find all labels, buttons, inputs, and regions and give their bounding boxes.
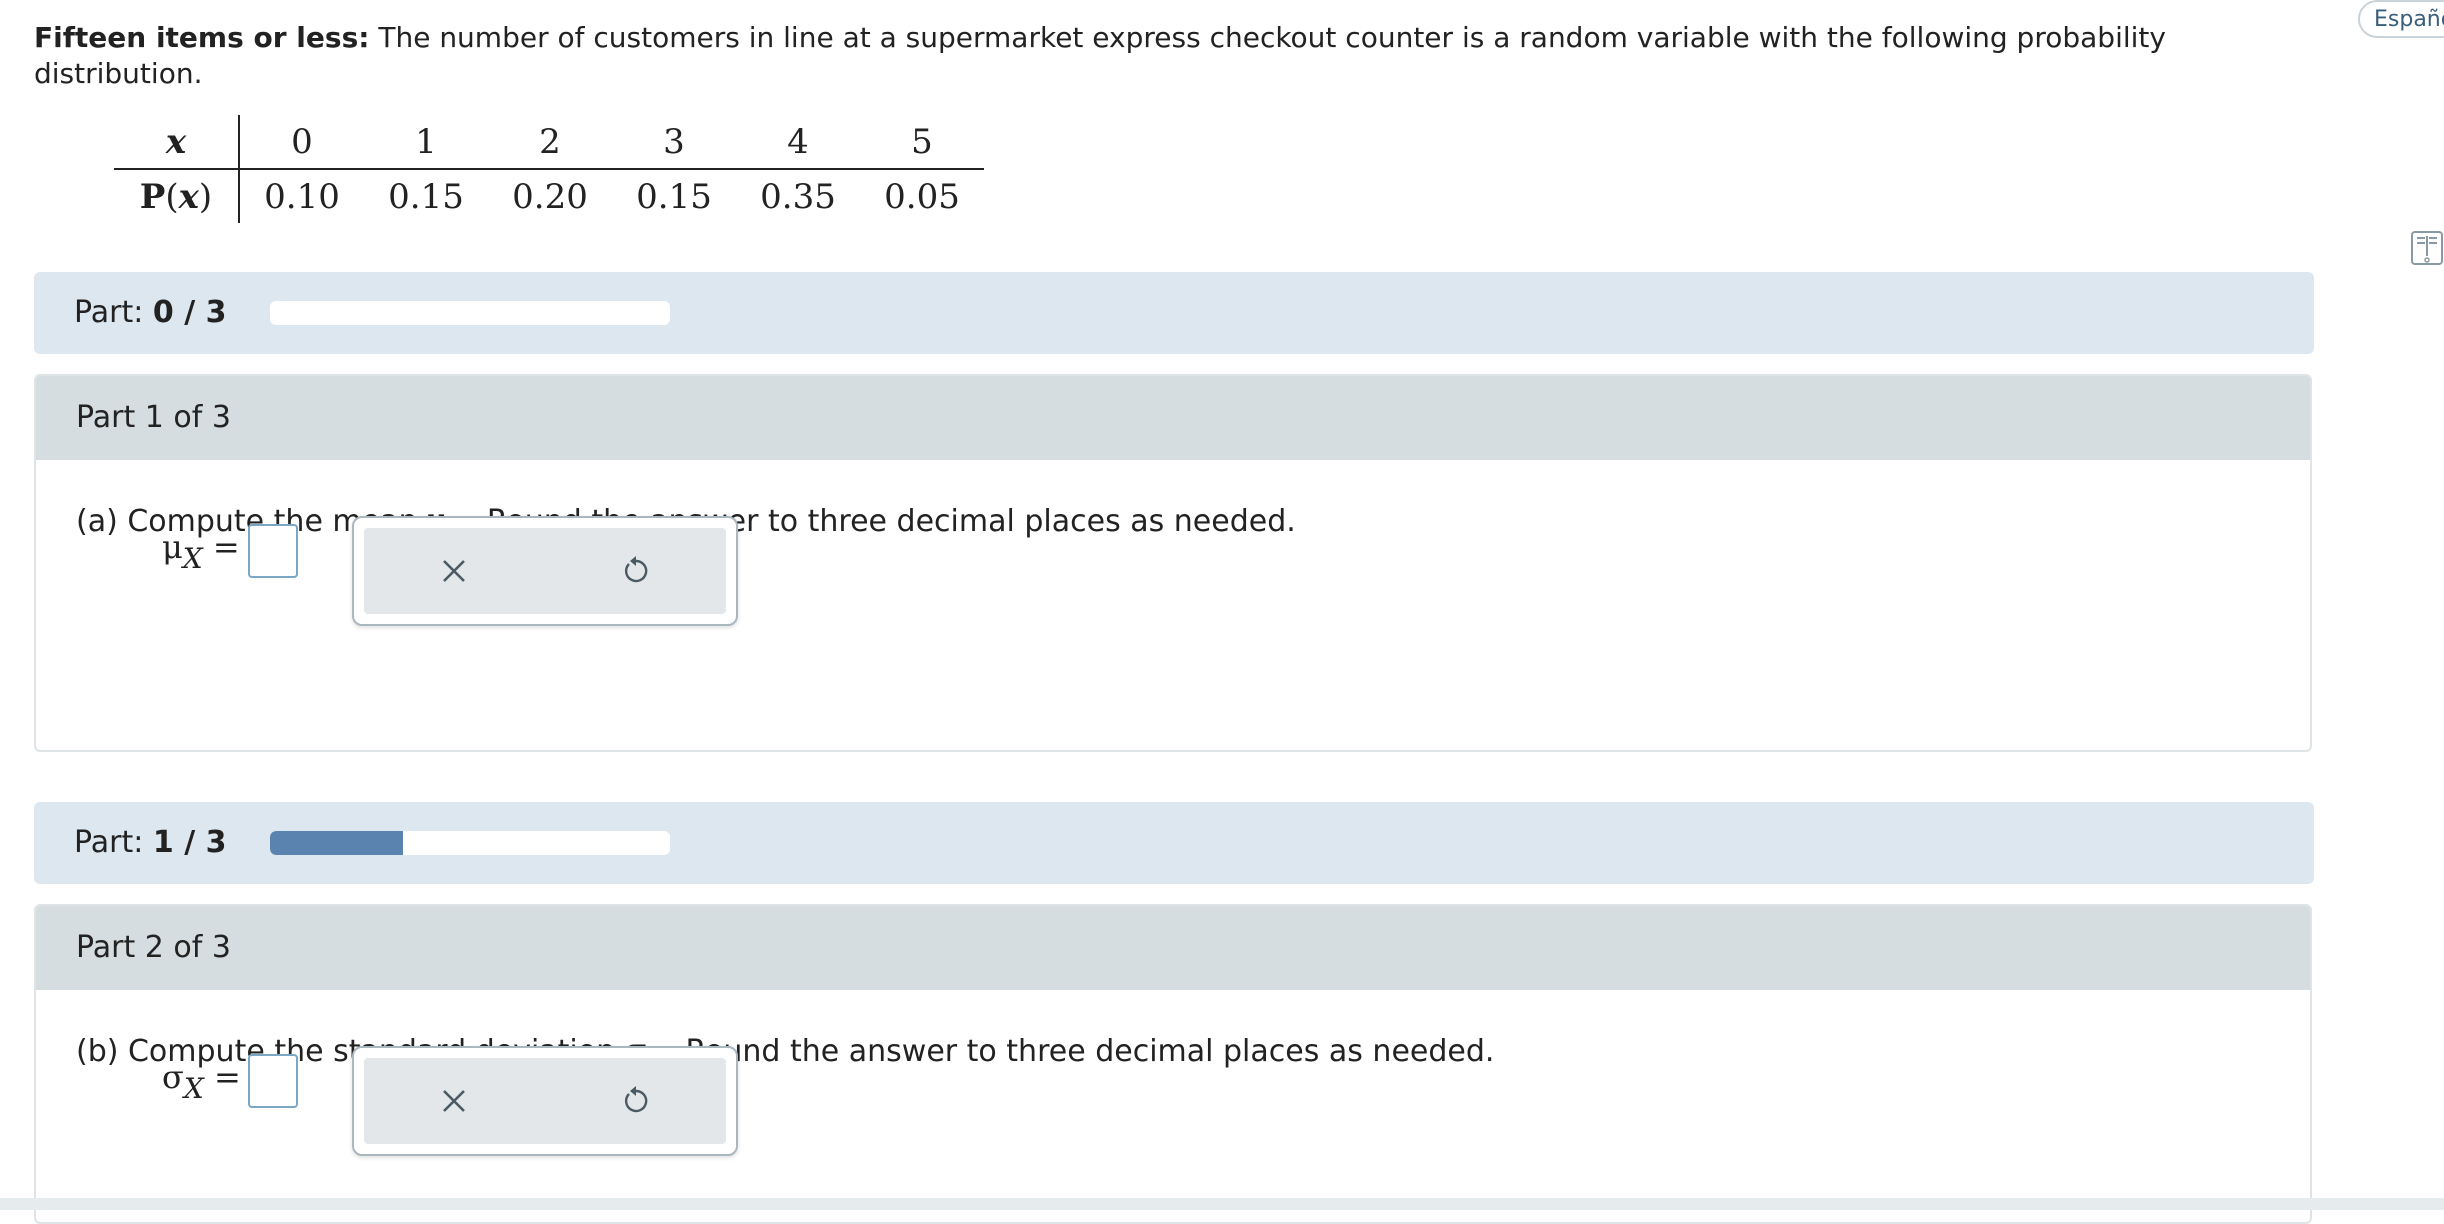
answer-label: μX =: [162, 528, 240, 575]
undo-icon: [624, 1086, 648, 1113]
progress-bar: [270, 831, 670, 855]
progress-label: Part: 1 / 3: [74, 825, 227, 860]
progress-band: Part: 1 / 3: [34, 802, 2314, 884]
p-value: 0.20: [512, 176, 588, 217]
problem-title: Fifteen items or less:: [34, 21, 370, 54]
answer-label: σX =: [162, 1058, 241, 1105]
part-header: Part 1 of 3: [36, 376, 2310, 460]
x-value: 2: [488, 115, 612, 170]
x-header: x: [114, 115, 240, 170]
p-value: 0.35: [760, 176, 836, 217]
x-value: 1: [364, 115, 488, 170]
progress-label: Part: 0 / 3: [74, 295, 227, 330]
p-value: 0.15: [636, 176, 712, 217]
problem-statement: Fifteen items or less: The number of cus…: [34, 20, 2214, 92]
progress-fill: [270, 831, 404, 855]
x-value: 4: [736, 115, 860, 170]
undo-button[interactable]: [576, 528, 696, 614]
x-value: 3: [612, 115, 736, 170]
clear-button[interactable]: [394, 1058, 514, 1144]
book-icon[interactable]: [2410, 228, 2444, 268]
undo-icon: [624, 556, 648, 583]
answer-toolbar: [352, 516, 738, 626]
answer-input[interactable]: [248, 524, 298, 578]
part-1-panel: Part 1 of 3 (a) Compute the mean μX. Rou…: [34, 374, 2312, 752]
p-value: 0.10: [264, 176, 340, 217]
undo-button[interactable]: [576, 1058, 696, 1144]
p-header: P(x): [114, 169, 240, 223]
probability-distribution-table: x 0 1 2 3 4 5 P(x) 0.10 0.15 0.20 0.15 0…: [114, 115, 984, 223]
close-icon: [443, 560, 465, 582]
close-icon: [443, 1090, 465, 1112]
part-header: Part 2 of 3: [36, 906, 2310, 990]
progress-bar: [270, 301, 670, 325]
language-button[interactable]: Español: [2358, 0, 2444, 38]
horizontal-scrollbar[interactable]: [0, 1198, 2444, 1210]
answer-input[interactable]: [248, 1054, 298, 1108]
answer-toolbar: [352, 1046, 738, 1156]
progress-band: Part: 0 / 3: [34, 272, 2314, 354]
part-2-panel: Part 2 of 3 (b) Compute the standard dev…: [34, 904, 2312, 1224]
clear-button[interactable]: [394, 528, 514, 614]
p-value: 0.15: [388, 176, 464, 217]
x-row: x 0 1 2 3 4 5: [114, 115, 984, 170]
x-value: 0: [239, 115, 364, 170]
p-row: P(x) 0.10 0.15 0.20 0.15 0.35 0.05: [114, 169, 984, 223]
x-value: 5: [860, 115, 984, 170]
p-value: 0.05: [884, 176, 960, 217]
